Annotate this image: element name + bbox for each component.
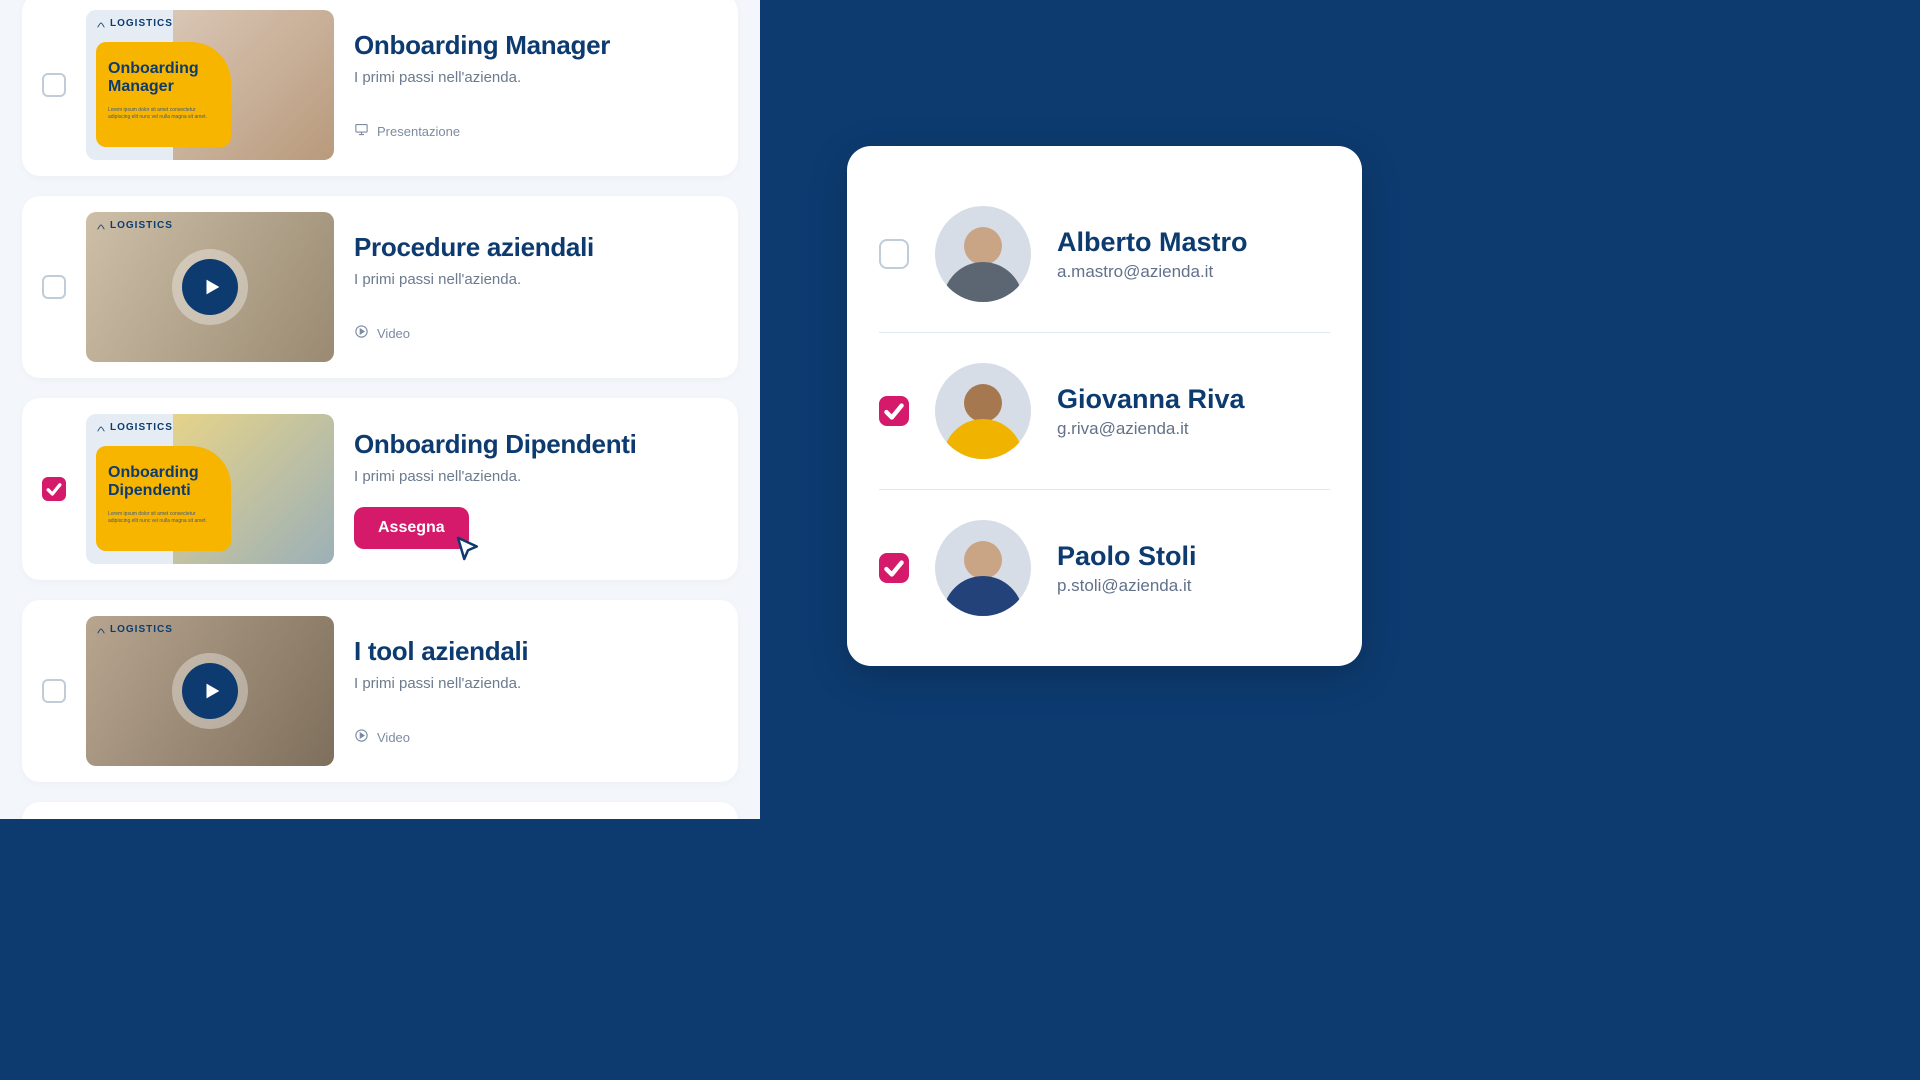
thumbnail-card: Onboarding Dipendenti Lorem ipsum dolor … bbox=[96, 446, 231, 551]
course-card[interactable]: LOGISTICS Onboarding Manager Lorem ipsum… bbox=[22, 0, 738, 176]
course-thumbnail: LOGISTICS Onboarding Manager Lorem ipsum… bbox=[86, 10, 334, 160]
course-checkbox[interactable] bbox=[42, 275, 66, 299]
person-email: a.mastro@azienda.it bbox=[1057, 262, 1248, 282]
course-meta: Video bbox=[354, 728, 718, 746]
person-email: g.riva@azienda.it bbox=[1057, 419, 1245, 439]
person-name: Paolo Stoli bbox=[1057, 541, 1197, 572]
person-name: Alberto Mastro bbox=[1057, 227, 1248, 258]
person-checkbox[interactable] bbox=[879, 553, 909, 583]
person-email: p.stoli@azienda.it bbox=[1057, 576, 1197, 596]
course-meta: Presentazione bbox=[354, 122, 718, 140]
presentation-icon bbox=[354, 122, 369, 140]
course-thumbnail: LOGISTICS bbox=[86, 616, 334, 766]
course-description: I primi passi nell'azienda. bbox=[354, 271, 718, 288]
person-checkbox[interactable] bbox=[879, 396, 909, 426]
person-checkbox[interactable] bbox=[879, 239, 909, 269]
person-row[interactable]: Giovanna Riva g.riva@azienda.it bbox=[879, 333, 1330, 490]
logo-badge: LOGISTICS bbox=[96, 220, 173, 231]
right-area: Alberto Mastro a.mastro@azienda.it Giova… bbox=[760, 0, 1466, 819]
course-title: Procedure aziendali bbox=[354, 232, 718, 263]
logo-badge: LOGISTICS bbox=[96, 624, 173, 635]
course-card[interactable]: LOGISTICS I tool aziendali I primi passi… bbox=[22, 600, 738, 782]
course-thumbnail: LOGISTICS Onboarding Dipendenti Lorem ip… bbox=[86, 414, 334, 564]
course-title: Onboarding Manager bbox=[354, 30, 718, 61]
video-icon bbox=[354, 728, 369, 746]
cursor-icon bbox=[453, 534, 483, 569]
avatar bbox=[935, 520, 1031, 616]
course-thumbnail: LOGISTICS bbox=[86, 212, 334, 362]
course-card[interactable]: LOGISTICS bbox=[22, 802, 738, 819]
course-description: I primi passi nell'azienda. bbox=[354, 468, 718, 485]
person-name: Giovanna Riva bbox=[1057, 384, 1245, 415]
course-description: I primi passi nell'azienda. bbox=[354, 675, 718, 692]
course-meta: Video bbox=[354, 324, 718, 342]
person-row[interactable]: Paolo Stoli p.stoli@azienda.it bbox=[879, 490, 1330, 646]
play-icon[interactable] bbox=[182, 663, 238, 719]
people-panel: Alberto Mastro a.mastro@azienda.it Giova… bbox=[847, 146, 1362, 666]
courses-list: LOGISTICS Onboarding Manager Lorem ipsum… bbox=[22, 0, 738, 819]
person-row[interactable]: Alberto Mastro a.mastro@azienda.it bbox=[879, 176, 1330, 333]
assign-button[interactable]: Assegna bbox=[354, 507, 469, 549]
play-icon[interactable] bbox=[182, 259, 238, 315]
thumbnail-card: Onboarding Manager Lorem ipsum dolor sit… bbox=[96, 42, 231, 147]
course-checkbox[interactable] bbox=[42, 73, 66, 97]
course-checkbox[interactable] bbox=[42, 679, 66, 703]
course-title: I tool aziendali bbox=[354, 636, 718, 667]
logo-badge: LOGISTICS bbox=[96, 422, 173, 433]
course-title: Onboarding Dipendenti bbox=[354, 429, 718, 460]
courses-panel: LOGISTICS Onboarding Manager Lorem ipsum… bbox=[0, 0, 760, 819]
course-description: I primi passi nell'azienda. bbox=[354, 69, 718, 86]
avatar bbox=[935, 206, 1031, 302]
logo-badge: LOGISTICS bbox=[96, 18, 173, 29]
video-icon bbox=[354, 324, 369, 342]
course-card[interactable]: LOGISTICS Onboarding Dipendenti Lorem ip… bbox=[22, 398, 738, 580]
course-checkbox[interactable] bbox=[42, 477, 66, 501]
course-card[interactable]: LOGISTICS Procedure aziendali I primi pa… bbox=[22, 196, 738, 378]
avatar bbox=[935, 363, 1031, 459]
